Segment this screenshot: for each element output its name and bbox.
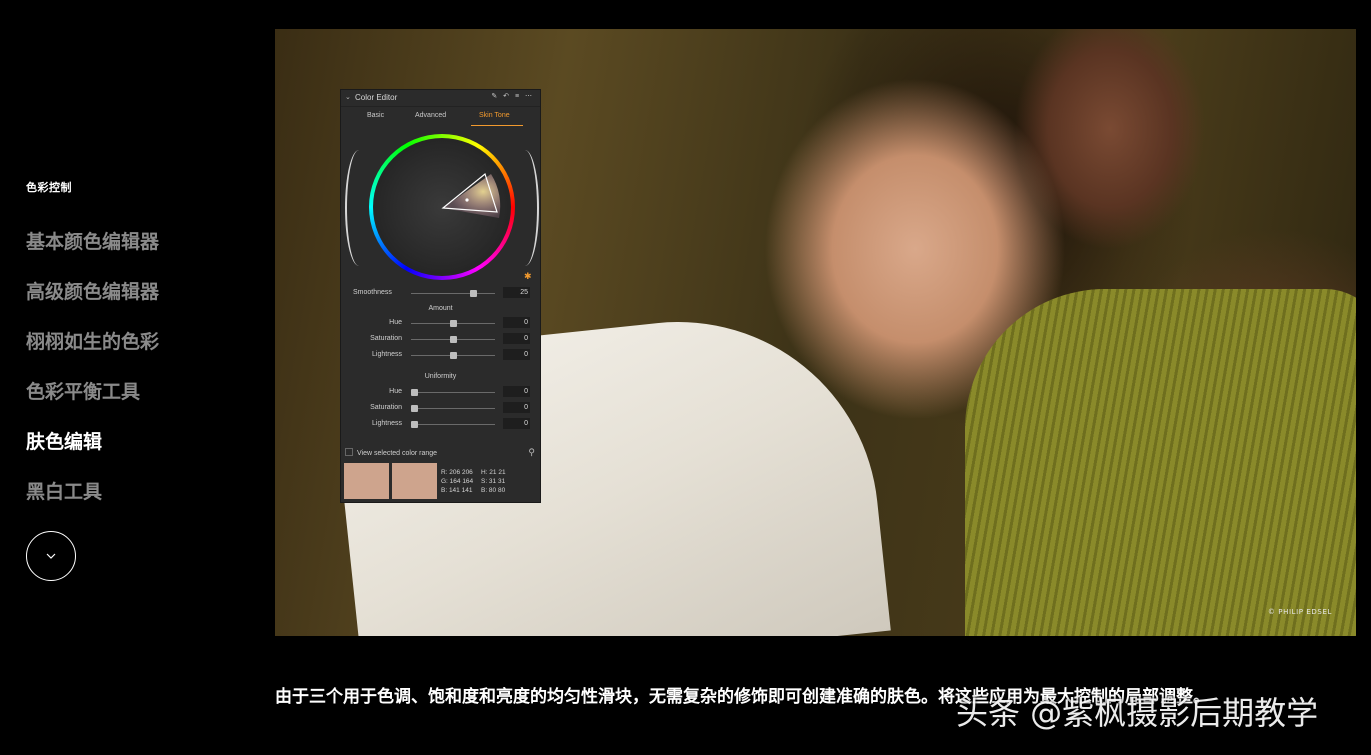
uniformity-hue-track[interactable]: [411, 389, 495, 396]
chevron-down-icon: [46, 553, 56, 559]
readout-b: B: 141 141: [441, 487, 473, 494]
uniformity-saturation-value[interactable]: 0: [503, 402, 530, 413]
sidebar-item-skin-tone[interactable]: 肤色编辑: [26, 426, 159, 476]
amount-saturation-slider[interactable]: Saturation 0: [341, 333, 540, 346]
color-readout: R: 206 206 G: 164 164 B: 141 141 H: 21 2…: [441, 468, 512, 495]
swatch-after: [392, 463, 437, 499]
readout-h: H: 21 21: [480, 469, 506, 476]
amount-saturation-track[interactable]: [411, 336, 495, 343]
view-color-range-label: View selected color range: [357, 450, 438, 457]
watermark: 头条 @紫枫摄影后期教学: [956, 694, 1319, 732]
swatch-before: [344, 463, 389, 499]
uniformity-saturation-slider[interactable]: Saturation 0: [341, 402, 540, 415]
amount-saturation-thumb[interactable]: [450, 336, 457, 343]
uniformity-saturation-track[interactable]: [411, 405, 495, 412]
readout-s: S: 31 31: [480, 478, 506, 485]
readout-bv: B: 80 80: [480, 487, 506, 494]
uniformity-lightness-value[interactable]: 0: [503, 418, 530, 429]
sidebar-item-advanced-color-editor[interactable]: 高级颜色编辑器: [26, 276, 159, 326]
sidebar-item-black-white[interactable]: 黑白工具: [26, 476, 159, 526]
amount-hue-slider[interactable]: Hue 0: [341, 317, 540, 330]
sidebar-item-color-balance[interactable]: 色彩平衡工具: [26, 376, 159, 426]
smoothness-slider[interactable]: Smoothness 25: [341, 287, 540, 300]
tab-advanced[interactable]: Advanced: [415, 112, 446, 119]
tab-skin-tone[interactable]: Skin Tone: [479, 112, 510, 119]
color-wheel-inner: [373, 138, 511, 276]
photo-top-shape: [965, 289, 1356, 636]
uniformity-lightness-slider[interactable]: Lightness 0: [341, 418, 540, 431]
uniformity-hue-slider[interactable]: Hue 0: [341, 386, 540, 399]
amount-saturation-label: Saturation: [370, 335, 402, 342]
amount-hue-thumb[interactable]: [450, 320, 457, 327]
amount-heading: Amount: [428, 305, 453, 312]
amount-lightness-slider[interactable]: Lightness 0: [341, 349, 540, 362]
checkbox-box[interactable]: [345, 448, 353, 456]
collapse-chevron-icon[interactable]: ⌄: [345, 93, 351, 101]
active-tab-underline: [471, 125, 523, 126]
uniformity-lightness-label: Lightness: [372, 420, 402, 427]
skin-tone-selection-icon[interactable]: [373, 138, 511, 276]
sidebar-item-basic-color-editor[interactable]: 基本颜色编辑器: [26, 226, 159, 276]
color-picker-icon[interactable]: ✱: [524, 271, 532, 282]
smoothness-label: Smoothness: [353, 289, 392, 296]
amount-lightness-track[interactable]: [411, 352, 495, 359]
amount-lightness-thumb[interactable]: [450, 352, 457, 359]
amount-lightness-value[interactable]: 0: [503, 349, 530, 360]
readout-g: G: 164 164: [441, 478, 474, 485]
color-editor-panel: ⌄ Color Editor ✎ ↶ ≡ ⋯ Basic Advanced Sk…: [340, 89, 541, 503]
scroll-down-button[interactable]: [26, 531, 76, 581]
uniformity-saturation-label: Saturation: [370, 404, 402, 411]
color-wheel[interactable]: [369, 134, 515, 280]
amount-hue-value[interactable]: 0: [503, 317, 530, 328]
uniformity-heading: Uniformity: [424, 373, 457, 380]
uniformity-saturation-thumb[interactable]: [411, 405, 418, 412]
eyedropper-icon[interactable]: ⚲: [528, 447, 535, 458]
uniformity-hue-label: Hue: [389, 388, 402, 395]
uniformity-hue-thumb[interactable]: [411, 389, 418, 396]
readout-r: R: 206 206: [441, 469, 473, 476]
panel-tabs: Basic Advanced Skin Tone: [341, 109, 540, 126]
panel-title: Color Editor: [355, 93, 398, 102]
uniformity-hue-value[interactable]: 0: [503, 386, 530, 397]
uniformity-lightness-track[interactable]: [411, 421, 495, 428]
smoothness-track[interactable]: [411, 290, 495, 297]
uniformity-lightness-thumb[interactable]: [411, 421, 418, 428]
smoothness-thumb[interactable]: [470, 290, 477, 297]
hue-range-arc-right[interactable]: [511, 150, 539, 266]
panel-tools-icons[interactable]: ✎ ↶ ≡ ⋯: [491, 92, 534, 100]
amount-lightness-label: Lightness: [372, 351, 402, 358]
amount-saturation-value[interactable]: 0: [503, 333, 530, 344]
amount-hue-track[interactable]: [411, 320, 495, 327]
smoothness-value[interactable]: 25: [503, 287, 530, 298]
photo-credit: © PHILIP EDSEL: [1267, 608, 1332, 616]
sidebar-nav: 基本颜色编辑器 高级颜色编辑器 栩栩如生的色彩 色彩平衡工具 肤色编辑 黑白工具: [26, 226, 159, 526]
view-color-range-checkbox[interactable]: View selected color range: [345, 448, 437, 457]
panel-header: ⌄ Color Editor ✎ ↶ ≡ ⋯: [341, 90, 540, 107]
amount-hue-label: Hue: [389, 319, 402, 326]
section-label: 色彩控制: [26, 181, 72, 194]
tab-basic[interactable]: Basic: [367, 112, 384, 119]
sidebar-item-vivid-color[interactable]: 栩栩如生的色彩: [26, 326, 159, 376]
